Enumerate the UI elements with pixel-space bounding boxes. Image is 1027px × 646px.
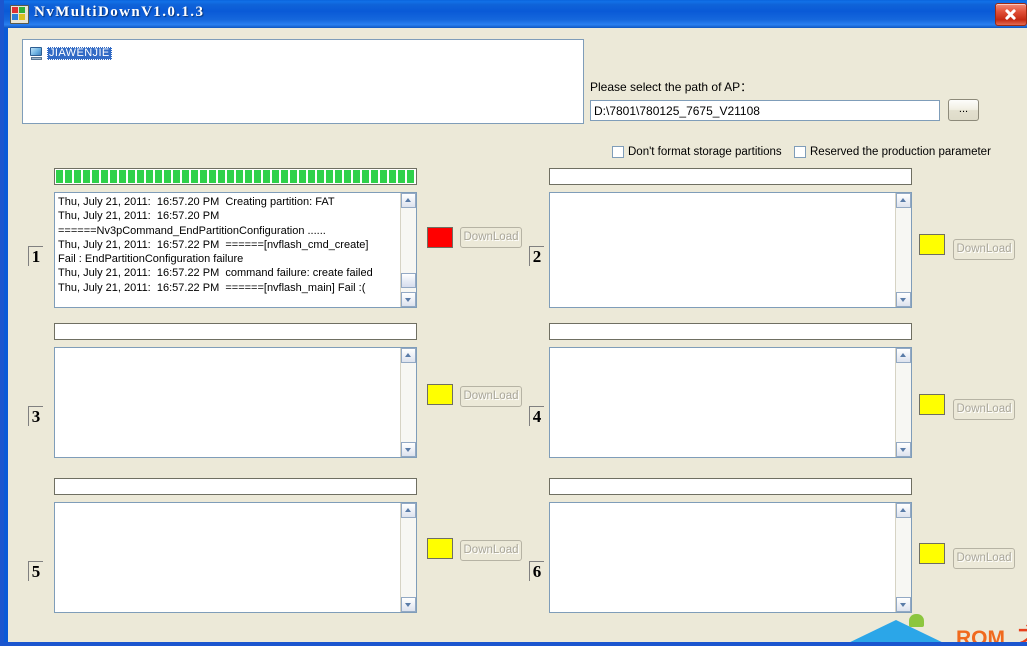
progress-bar (54, 168, 417, 185)
status-indicator (919, 543, 945, 564)
checkbox-box[interactable] (612, 146, 624, 158)
device-tree-panel[interactable]: JIAWENJIE (22, 39, 584, 124)
slot-number: 5 (28, 561, 43, 581)
ap-path-label: Please select the path of AP： (590, 80, 753, 94)
log-box[interactable]: Thu, July 21, 2011: 16:57.20 PM Creating… (54, 192, 417, 308)
scrollbar[interactable] (400, 348, 416, 457)
slot-number: 4 (529, 406, 544, 426)
app-icon (10, 5, 29, 24)
status-indicator (427, 538, 453, 559)
progress-fill (56, 170, 415, 183)
scrollbar[interactable] (895, 193, 911, 307)
progress-bar (549, 478, 912, 495)
status-indicator (427, 227, 453, 248)
android-head-icon (909, 614, 924, 627)
computer-icon (29, 47, 44, 60)
tree-item-jiawenjie[interactable]: JIAWENJIE (29, 46, 112, 61)
log-text: Thu, July 21, 2011: 16:57.20 PM Creating… (58, 196, 373, 294)
progress-bar (549, 323, 912, 340)
watermark-brand-cn: 之家 (1017, 626, 1027, 643)
checkbox-reserved-production-parameter[interactable]: Reserved the production parameter (794, 146, 991, 158)
watermark-romzhijia: ROM ROM 之家 www.romzhijia.net (834, 614, 1027, 643)
scrollbar[interactable] (895, 348, 911, 457)
tree-item-label: JIAWENJIE (47, 47, 112, 60)
scrollbar[interactable] (400, 503, 416, 612)
scroll-down-icon[interactable] (896, 597, 911, 612)
scrollbar[interactable] (895, 503, 911, 612)
checkbox-label: Reserved the production parameter (810, 146, 991, 158)
checkbox-label: Don't format storage partitions (628, 146, 782, 158)
slot-number: 1 (28, 246, 43, 266)
progress-bar (54, 478, 417, 495)
browse-button[interactable]: ... (948, 99, 979, 121)
scroll-up-icon[interactable] (401, 348, 416, 363)
ap-path-input[interactable] (590, 100, 940, 121)
log-box[interactable] (549, 347, 912, 458)
slot-number: 6 (529, 561, 544, 581)
status-indicator (919, 394, 945, 415)
scroll-up-icon[interactable] (401, 503, 416, 518)
download-button[interactable]: DownLoad (460, 227, 522, 248)
download-button[interactable]: DownLoad (953, 399, 1015, 420)
client-area: JIAWENJIE Please select the path of AP： … (8, 28, 1027, 642)
checkbox-dont-format-storage[interactable]: Don't format storage partitions (612, 146, 782, 158)
download-button[interactable]: DownLoad (460, 540, 522, 561)
scrollbar[interactable] (400, 193, 416, 307)
scroll-up-icon[interactable] (896, 348, 911, 363)
status-indicator (427, 384, 453, 405)
checkbox-box[interactable] (794, 146, 806, 158)
slot-number: 2 (529, 246, 544, 266)
download-button[interactable]: DownLoad (460, 386, 522, 407)
log-box[interactable] (549, 502, 912, 613)
application-window: NvMultiDownV1.0.1.3 JIAWENJIE Please sel… (0, 0, 1027, 646)
title-bar: NvMultiDownV1.0.1.3 (4, 0, 1027, 28)
scroll-up-icon[interactable] (896, 193, 911, 208)
log-box[interactable] (549, 192, 912, 308)
scroll-down-icon[interactable] (401, 442, 416, 457)
close-icon[interactable] (995, 3, 1027, 26)
progress-bar (54, 323, 417, 340)
window-title: NvMultiDownV1.0.1.3 (34, 4, 205, 20)
log-box[interactable] (54, 502, 417, 613)
scroll-down-icon[interactable] (896, 442, 911, 457)
slot-number: 3 (28, 406, 43, 426)
scroll-up-icon[interactable] (401, 193, 416, 208)
scroll-up-icon[interactable] (896, 503, 911, 518)
watermark-mark: ROM (840, 640, 901, 643)
status-indicator (919, 234, 945, 255)
download-button[interactable]: DownLoad (953, 548, 1015, 569)
log-box[interactable] (54, 347, 417, 458)
watermark-brand: ROM (956, 627, 1005, 642)
scroll-down-icon[interactable] (401, 292, 416, 307)
progress-bar (549, 168, 912, 185)
download-button[interactable]: DownLoad (953, 239, 1015, 260)
scroll-down-icon[interactable] (896, 292, 911, 307)
scroll-down-icon[interactable] (401, 597, 416, 612)
scrollbar-thumb[interactable] (401, 273, 416, 288)
